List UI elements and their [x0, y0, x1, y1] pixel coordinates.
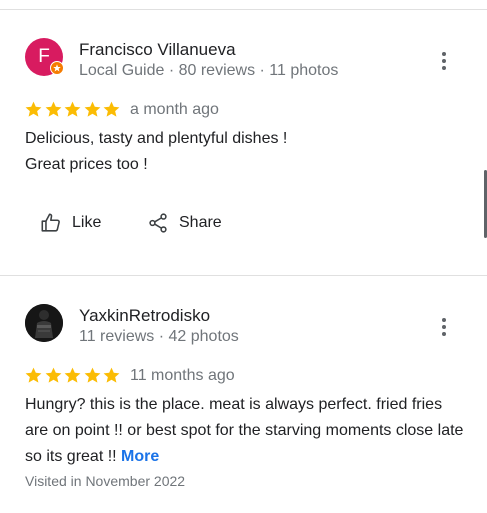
reviewer-meta: 11 reviews · 42 photos	[79, 328, 239, 345]
star-icon	[25, 101, 42, 117]
review-text: Hungry? this is the place. meat is alway…	[25, 392, 465, 470]
star-rating	[24, 100, 122, 119]
more-vert-icon[interactable]	[434, 48, 454, 74]
star-icon	[64, 367, 81, 383]
more-link[interactable]: More	[121, 448, 159, 465]
visited-date: Visited in November 2022	[25, 473, 186, 489]
review-card: YaxkinRetrodisko 11 reviews · 42 photos …	[0, 304, 487, 504]
more-vert-icon[interactable]	[434, 314, 454, 340]
star-rating	[24, 366, 122, 385]
review-time: a month ago	[130, 101, 219, 118]
local-guide-badge-icon	[50, 61, 64, 75]
review-text-line: Great prices too !	[25, 156, 148, 173]
avatar[interactable]	[25, 304, 63, 342]
thumb-up-icon	[41, 213, 60, 232]
share-icon	[149, 213, 167, 233]
star-icon	[84, 367, 100, 383]
star-icon	[45, 101, 61, 117]
reviewer-meta: Local Guide · 80 reviews · 11 photos	[79, 62, 339, 79]
star-icon	[25, 367, 42, 383]
review-card: F Francisco Villanueva Local Guide · 80 …	[0, 38, 487, 258]
star-icon	[64, 101, 81, 117]
star-icon	[45, 367, 61, 383]
star-icon	[84, 101, 100, 117]
star-icon	[103, 367, 120, 383]
share-button[interactable]: Share	[147, 212, 222, 234]
reviewer-name[interactable]: Francisco Villanueva	[79, 40, 236, 60]
review-text-content: Hungry? this is the place. meat is alway…	[25, 396, 464, 465]
like-label: Like	[72, 214, 102, 231]
review-text: Delicious, tasty and plentyful dishes ! …	[25, 126, 465, 178]
like-button[interactable]: Like	[40, 212, 101, 234]
reviewer-name[interactable]: YaxkinRetrodisko	[79, 306, 210, 326]
top-divider	[0, 9, 487, 10]
star-icon	[103, 101, 120, 117]
review-divider	[0, 275, 487, 276]
share-label: Share	[179, 214, 222, 231]
avatar-letter: F	[38, 46, 50, 67]
review-text-line: Delicious, tasty and plentyful dishes !	[25, 130, 288, 147]
review-time: 11 months ago	[130, 367, 235, 384]
